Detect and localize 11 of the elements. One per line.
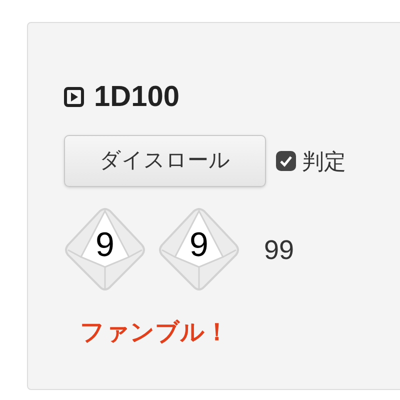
judge-label: 判定 [302,148,346,176]
die-value: 9 [94,225,116,265]
die-icon [156,207,242,293]
result-message: ファンブル！ [80,318,230,348]
die-icon [62,207,148,293]
play-icon [64,87,84,107]
total-value: 99 [264,234,294,267]
dice-roll-button[interactable]: ダイスロール [64,135,266,187]
roll-title: 1D100 [94,80,180,115]
die-value: 9 [188,225,210,265]
judge-checkbox[interactable] [276,151,296,171]
